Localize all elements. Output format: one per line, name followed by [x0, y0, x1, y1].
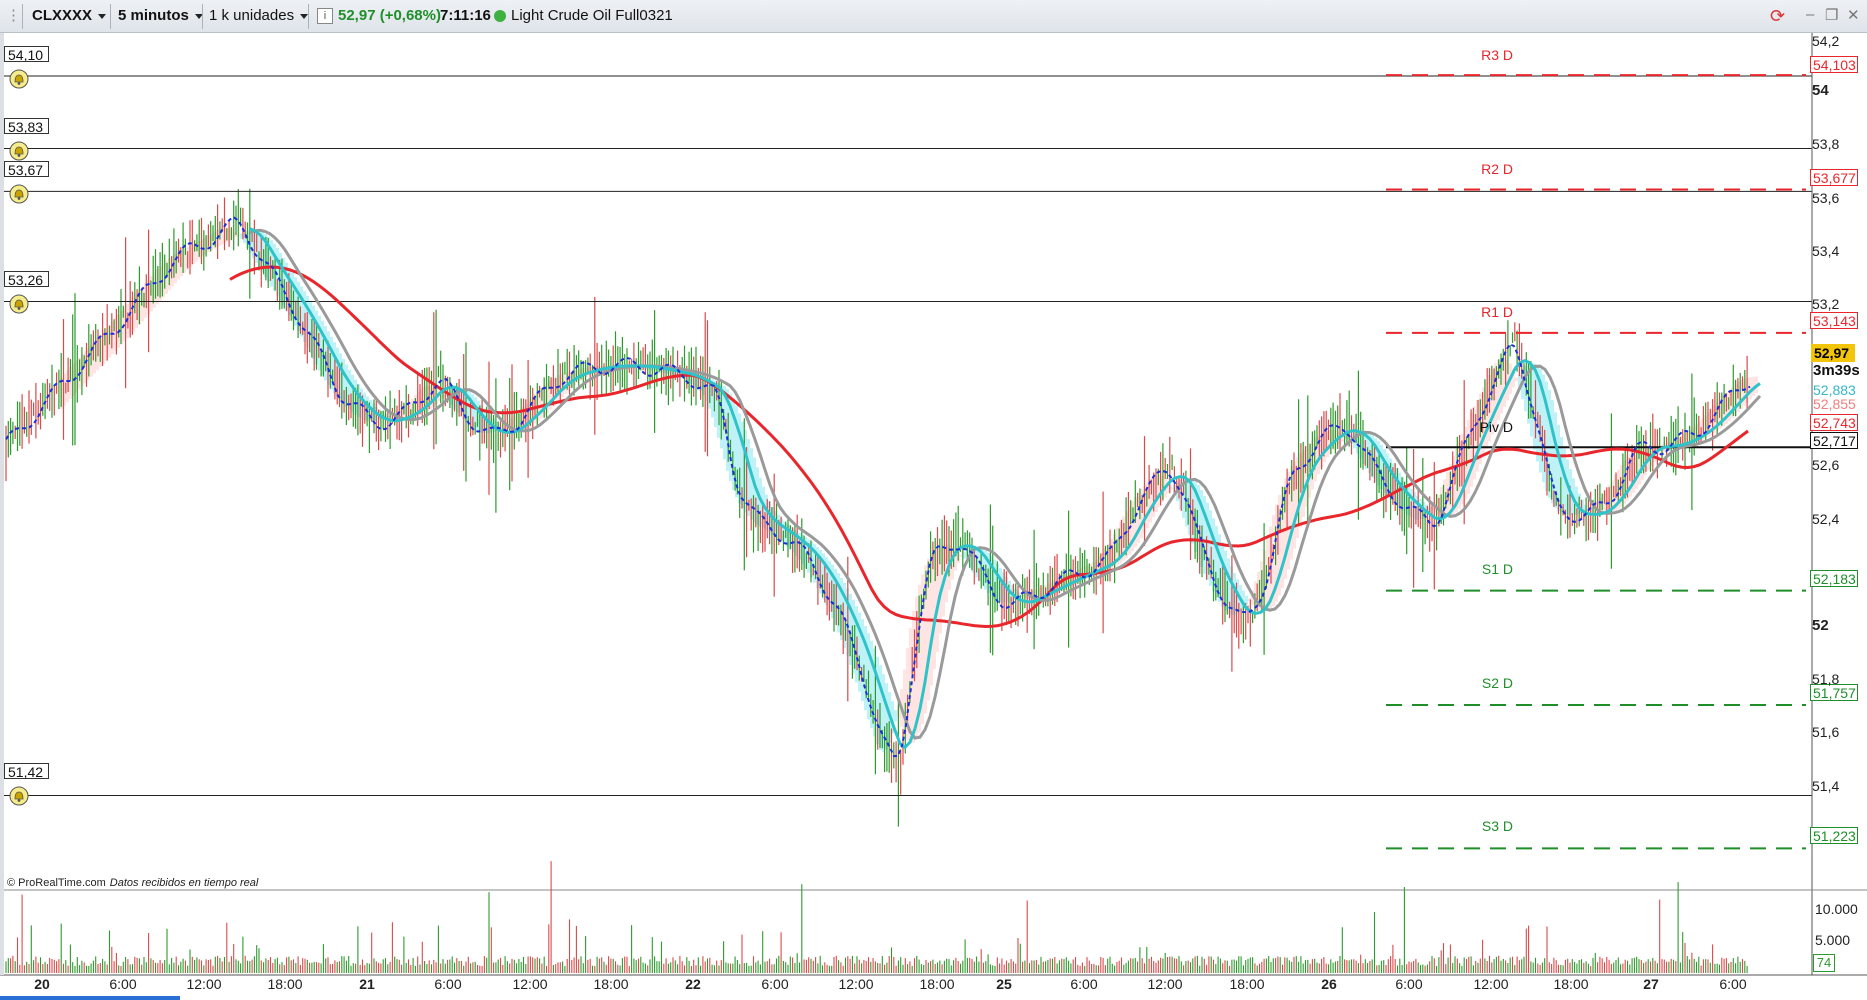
last-price-badge: 52,97 [1811, 344, 1855, 362]
pivot-value: 54,103 [1810, 56, 1858, 73]
time-tick: 22 [685, 976, 701, 992]
pivot-name: S3 D [1481, 818, 1513, 834]
cloud-segment [1749, 377, 1752, 400]
cloud-segment [1467, 420, 1470, 494]
time-tick: 21 [359, 976, 375, 992]
price-tick: 54 [1812, 82, 1829, 99]
price-tick: 51,4 [1812, 778, 1840, 794]
time-tick: 18:00 [1553, 976, 1589, 992]
volume-last-badge: 74 [1813, 954, 1835, 972]
price-tick: 52 [1812, 617, 1829, 634]
pivot-value: 51,223 [1810, 827, 1858, 844]
time-tick: 12:00 [512, 976, 548, 992]
toolbar-divider [202, 4, 203, 29]
toolbar-divider [22, 4, 23, 29]
time-tick: 6:00 [1070, 976, 1098, 992]
pivot-name: R2 D [1481, 161, 1513, 177]
time-tick: 20 [34, 976, 50, 992]
cloud-segment [894, 710, 897, 722]
time-tick: 12:00 [186, 976, 222, 992]
instrument-name: Light Crude Oil Full0321 [511, 7, 673, 24]
time-tick: 18:00 [593, 976, 629, 992]
units-selector[interactable]: 1 k unidades [209, 4, 309, 28]
bell-icon[interactable] [9, 294, 29, 314]
pivot-value: 53,677 [1810, 169, 1858, 186]
price-chart[interactable] [0, 33, 1867, 1000]
pivot-name: S2 D [1481, 675, 1513, 691]
cloud-segment [963, 551, 966, 559]
price-tick: 51,6 [1812, 724, 1840, 740]
sync-icon[interactable]: ⟳ [1770, 4, 1785, 28]
close-icon[interactable]: ✕ [1847, 6, 1860, 24]
price-change: 52,97 (+0,68%) [338, 7, 441, 24]
alert-level-label: 51,42 [4, 763, 49, 780]
time-tick: 18:00 [1229, 976, 1265, 992]
indicator-value-cloud: 52,855 [1813, 396, 1856, 412]
pivot-name: R1 D [1481, 304, 1513, 320]
bell-icon[interactable] [9, 69, 29, 89]
symbol-selector[interactable]: CLXXXX [32, 4, 107, 28]
time-tick: 6:00 [434, 976, 462, 992]
pivot-name: Piv D [1479, 419, 1513, 435]
time-tick: 12:00 [1473, 976, 1509, 992]
credits-note: Datos recibidos en tiempo real [109, 877, 259, 889]
chart-credits: © ProRealTime.com Datos recibidos en tiem… [7, 877, 258, 889]
time-tick: 18:00 [267, 976, 303, 992]
pivot-value: 53,143 [1810, 312, 1858, 329]
pivot-name: S1 D [1481, 561, 1513, 577]
pivot-value: 52,717 [1810, 432, 1858, 449]
restore-icon[interactable]: ❐ [1825, 6, 1838, 24]
cloud-segment [1515, 377, 1518, 382]
time-tick: 27 [1643, 976, 1659, 992]
info-icon[interactable]: i [317, 8, 333, 24]
pivot-value: 52,183 [1810, 570, 1858, 587]
price-tick: 53,6 [1812, 190, 1840, 206]
alert-level-label: 53,26 [4, 271, 49, 288]
toolbar-divider [308, 4, 309, 29]
status-dot-icon [494, 10, 506, 22]
time-tick: 6:00 [1719, 976, 1747, 992]
time-tick: 6:00 [1395, 976, 1423, 992]
bar-countdown: 3m39s [1813, 362, 1860, 379]
alert-level-label: 53,67 [4, 161, 49, 178]
units-label: 1 k unidades [209, 7, 295, 24]
time-tick: 6:00 [761, 976, 789, 992]
price-tick: 53,2 [1812, 296, 1840, 312]
alert-level-label: 53,83 [4, 118, 49, 135]
bell-icon[interactable] [9, 141, 29, 161]
price-tick: 54,2 [1812, 33, 1840, 49]
volume-tick: 5.000 [1815, 932, 1851, 948]
timeframe-label: 5 minutos [118, 7, 189, 24]
alert-level-label: 54,10 [4, 46, 49, 63]
chevron-down-icon [300, 13, 309, 19]
chevron-down-icon [98, 13, 107, 19]
price-tick: 52,6 [1812, 457, 1840, 473]
symbol-label: CLXXXX [32, 7, 93, 24]
grip-icon[interactable]: ⋮ [6, 4, 21, 28]
volume-tick: 10.000 [1815, 901, 1858, 917]
cloud-segment [1170, 486, 1173, 490]
price-tick: 52,4 [1812, 511, 1840, 527]
time-tick: 12:00 [838, 976, 874, 992]
minimize-icon[interactable]: – [1806, 6, 1814, 23]
price-tick: 53,8 [1812, 136, 1840, 152]
bell-icon[interactable] [9, 184, 29, 204]
time-tick: 6:00 [109, 976, 137, 992]
current-time: 7:11:16 [440, 7, 491, 24]
indicator-value-long: 52,743 [1810, 414, 1858, 431]
price-tick: 53,4 [1812, 243, 1840, 259]
time-tick: 12:00 [1147, 976, 1183, 992]
toolbar-divider [110, 4, 111, 29]
time-tick: 25 [996, 976, 1012, 992]
pivot-name: R3 D [1481, 47, 1513, 63]
time-scrollbar[interactable] [0, 996, 180, 1000]
timeframe-selector[interactable]: 5 minutos [118, 4, 203, 28]
time-tick: 18:00 [919, 976, 955, 992]
time-tick: 26 [1321, 976, 1337, 992]
chart-toolbar: ⋮ CLXXXX 5 minutos 1 k unidades i 52,97 … [0, 0, 1867, 33]
credits-source: © ProRealTime.com [7, 877, 106, 889]
bell-icon[interactable] [9, 786, 29, 806]
price-tick: 51,8 [1812, 671, 1840, 687]
